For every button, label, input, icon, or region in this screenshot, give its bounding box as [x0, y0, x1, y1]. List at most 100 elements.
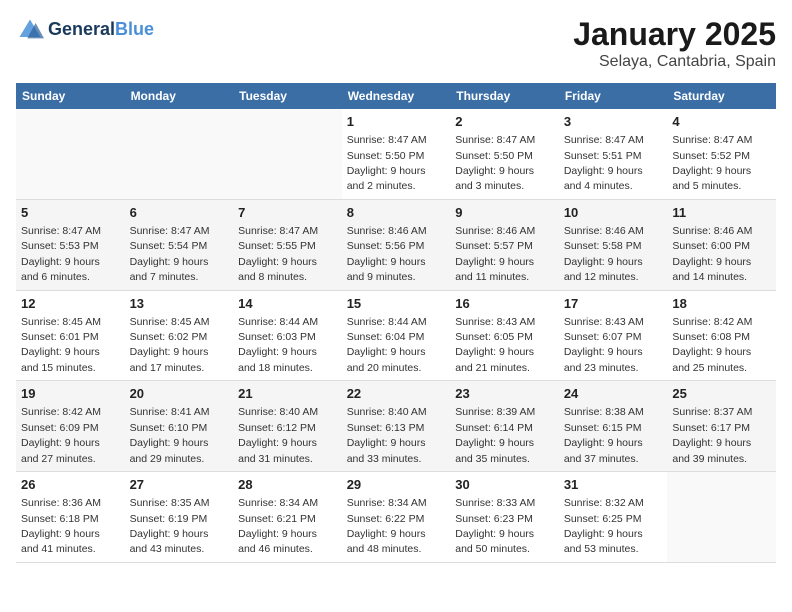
calendar-cell: 25 Sunrise: 8:37 AM Sunset: 6:17 PM Dayli…: [667, 381, 776, 472]
weekday-header: Saturday: [667, 83, 776, 109]
logo-icon: [16, 16, 44, 44]
day-info: Sunrise: 8:32 AM Sunset: 6:25 PM Dayligh…: [564, 497, 644, 555]
calendar-cell: [667, 472, 776, 563]
day-number: 29: [347, 476, 446, 494]
calendar-cell: 29 Sunrise: 8:34 AM Sunset: 6:22 PM Dayli…: [342, 472, 451, 563]
day-info: Sunrise: 8:39 AM Sunset: 6:14 PM Dayligh…: [455, 406, 535, 464]
calendar-cell: 4 Sunrise: 8:47 AM Sunset: 5:52 PM Daylig…: [667, 109, 776, 199]
calendar-cell: [125, 109, 234, 199]
title-block: January 2025 Selaya, Cantabria, Spain: [573, 16, 776, 71]
day-info: Sunrise: 8:47 AM Sunset: 5:53 PM Dayligh…: [21, 225, 101, 283]
weekday-header: Wednesday: [342, 83, 451, 109]
day-number: 4: [672, 113, 771, 131]
calendar-cell: 17 Sunrise: 8:43 AM Sunset: 6:07 PM Dayli…: [559, 290, 668, 381]
day-number: 27: [130, 476, 229, 494]
calendar-week-row: 1Sunrise: 8:47 AM Sunset: 5:50 PM Daylig…: [16, 109, 776, 199]
day-number: 11: [672, 204, 771, 222]
day-info: Sunrise: 8:46 AM Sunset: 6:00 PM Dayligh…: [672, 225, 752, 283]
calendar-cell: 28 Sunrise: 8:34 AM Sunset: 6:21 PM Dayli…: [233, 472, 342, 563]
calendar-week-row: 19 Sunrise: 8:42 AM Sunset: 6:09 PM Dayli…: [16, 381, 776, 472]
day-info: Sunrise: 8:47 AM Sunset: 5:55 PM Dayligh…: [238, 225, 318, 283]
day-number: 21: [238, 385, 337, 403]
day-number: 13: [130, 295, 229, 313]
calendar-cell: 24 Sunrise: 8:38 AM Sunset: 6:15 PM Dayli…: [559, 381, 668, 472]
calendar-cell: 19 Sunrise: 8:42 AM Sunset: 6:09 PM Dayli…: [16, 381, 125, 472]
day-info: Sunrise: 8:43 AM Sunset: 6:07 PM Dayligh…: [564, 316, 644, 374]
day-info: Sunrise: 8:47 AM Sunset: 5:50 PM Dayligh…: [347, 134, 427, 192]
calendar-cell: 14 Sunrise: 8:44 AM Sunset: 6:03 PM Dayli…: [233, 290, 342, 381]
calendar-cell: 2 Sunrise: 8:47 AM Sunset: 5:50 PM Daylig…: [450, 109, 559, 199]
day-info: Sunrise: 8:47 AM Sunset: 5:54 PM Dayligh…: [130, 225, 210, 283]
day-number: 23: [455, 385, 554, 403]
calendar-cell: 20 Sunrise: 8:41 AM Sunset: 6:10 PM Dayli…: [125, 381, 234, 472]
day-number: 10: [564, 204, 663, 222]
day-number: 25: [672, 385, 771, 403]
day-info: Sunrise: 8:35 AM Sunset: 6:19 PM Dayligh…: [130, 497, 210, 555]
day-info: Sunrise: 8:44 AM Sunset: 6:03 PM Dayligh…: [238, 316, 318, 374]
weekday-header: Sunday: [16, 83, 125, 109]
day-number: 28: [238, 476, 337, 494]
day-info: Sunrise: 8:37 AM Sunset: 6:17 PM Dayligh…: [672, 406, 752, 464]
day-info: Sunrise: 8:33 AM Sunset: 6:23 PM Dayligh…: [455, 497, 535, 555]
day-info: Sunrise: 8:42 AM Sunset: 6:09 PM Dayligh…: [21, 406, 101, 464]
day-number: 24: [564, 385, 663, 403]
subtitle: Selaya, Cantabria, Spain: [573, 53, 776, 71]
day-info: Sunrise: 8:40 AM Sunset: 6:13 PM Dayligh…: [347, 406, 427, 464]
day-info: Sunrise: 8:46 AM Sunset: 5:58 PM Dayligh…: [564, 225, 644, 283]
weekday-header: Monday: [125, 83, 234, 109]
day-info: Sunrise: 8:47 AM Sunset: 5:52 PM Dayligh…: [672, 134, 752, 192]
day-number: 9: [455, 204, 554, 222]
calendar-week-row: 26 Sunrise: 8:36 AM Sunset: 6:18 PM Dayli…: [16, 472, 776, 563]
day-number: 17: [564, 295, 663, 313]
calendar-cell: 21 Sunrise: 8:40 AM Sunset: 6:12 PM Dayli…: [233, 381, 342, 472]
day-number: 8: [347, 204, 446, 222]
day-info: Sunrise: 8:40 AM Sunset: 6:12 PM Dayligh…: [238, 406, 318, 464]
day-info: Sunrise: 8:34 AM Sunset: 6:21 PM Dayligh…: [238, 497, 318, 555]
day-number: 19: [21, 385, 120, 403]
day-number: 26: [21, 476, 120, 494]
day-info: Sunrise: 8:44 AM Sunset: 6:04 PM Dayligh…: [347, 316, 427, 374]
calendar-cell: 26 Sunrise: 8:36 AM Sunset: 6:18 PM Dayli…: [16, 472, 125, 563]
calendar-cell: 27 Sunrise: 8:35 AM Sunset: 6:19 PM Dayli…: [125, 472, 234, 563]
day-number: 30: [455, 476, 554, 494]
calendar-cell: 5 Sunrise: 8:47 AM Sunset: 5:53 PM Daylig…: [16, 199, 125, 290]
main-title: January 2025: [573, 16, 776, 53]
day-info: Sunrise: 8:42 AM Sunset: 6:08 PM Dayligh…: [672, 316, 752, 374]
day-number: 2: [455, 113, 554, 131]
calendar-cell: 6Sunrise: 8:47 AM Sunset: 5:54 PM Daylig…: [125, 199, 234, 290]
calendar-cell: 8 Sunrise: 8:46 AM Sunset: 5:56 PM Daylig…: [342, 199, 451, 290]
day-info: Sunrise: 8:36 AM Sunset: 6:18 PM Dayligh…: [21, 497, 101, 555]
day-info: Sunrise: 8:34 AM Sunset: 6:22 PM Dayligh…: [347, 497, 427, 555]
day-number: 5: [21, 204, 120, 222]
day-info: Sunrise: 8:43 AM Sunset: 6:05 PM Dayligh…: [455, 316, 535, 374]
page-header: GeneralBlue January 2025 Selaya, Cantabr…: [16, 16, 776, 71]
day-info: Sunrise: 8:46 AM Sunset: 5:56 PM Dayligh…: [347, 225, 427, 283]
calendar-cell: 18Sunrise: 8:42 AM Sunset: 6:08 PM Dayli…: [667, 290, 776, 381]
day-number: 15: [347, 295, 446, 313]
day-info: Sunrise: 8:47 AM Sunset: 5:50 PM Dayligh…: [455, 134, 535, 192]
day-number: 31: [564, 476, 663, 494]
calendar-table: SundayMondayTuesdayWednesdayThursdayFrid…: [16, 83, 776, 563]
calendar-cell: 11 Sunrise: 8:46 AM Sunset: 6:00 PM Dayli…: [667, 199, 776, 290]
calendar-cell: 15 Sunrise: 8:44 AM Sunset: 6:04 PM Dayli…: [342, 290, 451, 381]
day-info: Sunrise: 8:46 AM Sunset: 5:57 PM Dayligh…: [455, 225, 535, 283]
day-number: 14: [238, 295, 337, 313]
logo-text: GeneralBlue: [48, 20, 154, 40]
calendar-week-row: 5 Sunrise: 8:47 AM Sunset: 5:53 PM Daylig…: [16, 199, 776, 290]
weekday-header: Friday: [559, 83, 668, 109]
weekday-header: Tuesday: [233, 83, 342, 109]
weekday-header: Thursday: [450, 83, 559, 109]
calendar-cell: 9 Sunrise: 8:46 AM Sunset: 5:57 PM Daylig…: [450, 199, 559, 290]
calendar-week-row: 12Sunrise: 8:45 AM Sunset: 6:01 PM Dayli…: [16, 290, 776, 381]
logo: GeneralBlue: [16, 16, 154, 44]
day-number: 22: [347, 385, 446, 403]
calendar-cell: [16, 109, 125, 199]
calendar-cell: 10 Sunrise: 8:46 AM Sunset: 5:58 PM Dayli…: [559, 199, 668, 290]
calendar-cell: 22 Sunrise: 8:40 AM Sunset: 6:13 PM Dayli…: [342, 381, 451, 472]
calendar-cell: 31 Sunrise: 8:32 AM Sunset: 6:25 PM Dayli…: [559, 472, 668, 563]
day-number: 3: [564, 113, 663, 131]
day-number: 20: [130, 385, 229, 403]
day-info: Sunrise: 8:45 AM Sunset: 6:02 PM Dayligh…: [130, 316, 210, 374]
day-info: Sunrise: 8:41 AM Sunset: 6:10 PM Dayligh…: [130, 406, 210, 464]
day-info: Sunrise: 8:38 AM Sunset: 6:15 PM Dayligh…: [564, 406, 644, 464]
